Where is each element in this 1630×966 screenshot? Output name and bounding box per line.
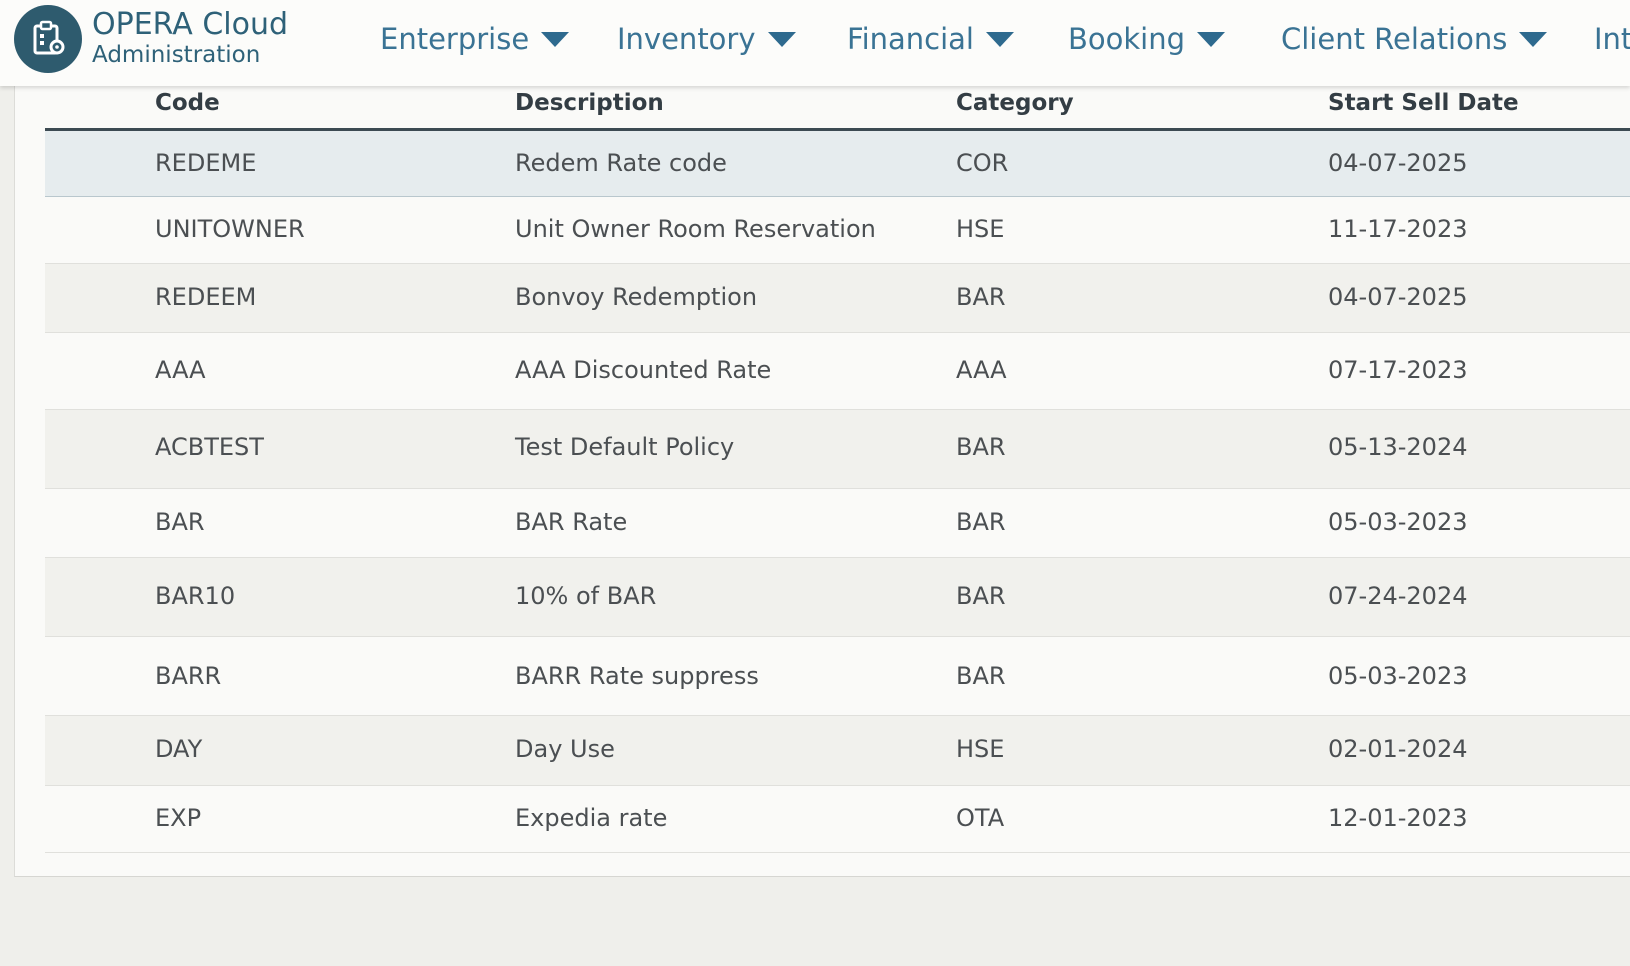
- table-row[interactable]: BAR BAR Rate BAR 05-03-2023: [45, 489, 1630, 558]
- clipboard-gear-icon: [33, 20, 65, 55]
- cell-description: BAR Rate: [515, 508, 628, 536]
- cell-start-sell-date: 07-24-2024: [1328, 582, 1468, 610]
- cell-code: AAA: [155, 356, 206, 384]
- cell-category: AAA: [956, 356, 1007, 384]
- app-title: OPERA Cloud: [92, 7, 289, 42]
- cell-category: COR: [956, 149, 1009, 177]
- cell-start-sell-date: 05-03-2023: [1328, 662, 1468, 690]
- cell-description: Test Default Policy: [515, 433, 735, 461]
- column-header-category[interactable]: Category: [956, 90, 1074, 116]
- app-logo[interactable]: [14, 5, 82, 73]
- cell-category: BAR: [956, 508, 1006, 536]
- caret-down-icon: [1197, 31, 1226, 47]
- menu-client-relations[interactable]: Client Relations: [1281, 22, 1548, 56]
- table-row[interactable]: REDEME Redem Rate code COR 04-07-2025: [45, 131, 1630, 197]
- menu-enterprise[interactable]: Enterprise: [380, 22, 570, 56]
- table-row[interactable]: BAR10 10% of BAR BAR 07-24-2024: [45, 558, 1630, 637]
- column-header-start-sell-date[interactable]: Start Sell Date: [1328, 90, 1519, 116]
- cell-description: Redem Rate code: [515, 149, 727, 177]
- app-subtitle: Administration: [92, 42, 261, 68]
- cell-description: 10% of BAR: [515, 582, 657, 610]
- menu-label: Financial: [847, 22, 974, 56]
- menu-label: Client Relations: [1281, 22, 1508, 56]
- cell-category: BAR: [956, 433, 1006, 461]
- cell-code: DAY: [155, 735, 203, 763]
- cell-description: BARR Rate suppress: [515, 662, 759, 690]
- cell-category: OTA: [956, 804, 1005, 832]
- cell-start-sell-date: 05-03-2023: [1328, 508, 1468, 536]
- table-row[interactable]: AAA AAA Discounted Rate AAA 07-17-2023: [45, 333, 1630, 410]
- cell-category: BAR: [956, 582, 1006, 610]
- cell-category: BAR: [956, 283, 1006, 311]
- column-header-description[interactable]: Description: [515, 90, 664, 116]
- menu-label: Inventory: [617, 22, 756, 56]
- cell-code: ACBTEST: [155, 433, 264, 461]
- menu-inventory[interactable]: Inventory: [617, 22, 796, 56]
- cell-category: HSE: [956, 735, 1005, 763]
- cell-category: BAR: [956, 662, 1006, 690]
- table-row[interactable]: DAY Day Use HSE 02-01-2024: [45, 716, 1630, 786]
- cell-start-sell-date: 05-13-2024: [1328, 433, 1468, 461]
- menu-financial[interactable]: Financial: [847, 22, 1014, 56]
- caret-down-icon: [986, 31, 1014, 47]
- cell-description: Expedia rate: [515, 804, 668, 832]
- menu-label: Enterprise: [380, 22, 530, 56]
- table-row[interactable]: REDEEM Bonvoy Redemption BAR 04-07-2025: [45, 264, 1630, 333]
- cell-description: AAA Discounted Rate: [515, 356, 772, 384]
- cell-description: Bonvoy Redemption: [515, 283, 758, 311]
- cell-start-sell-date: 11-17-2023: [1328, 215, 1468, 243]
- menu-booking[interactable]: Booking: [1068, 22, 1226, 56]
- cell-description: Unit Owner Room Reservation: [515, 215, 876, 243]
- top-navigation-bar: OPERA Cloud Administration Enterprise In…: [0, 0, 1630, 86]
- column-header-code[interactable]: Code: [155, 90, 220, 116]
- caret-down-icon: [541, 31, 570, 47]
- caret-down-icon: [1519, 31, 1548, 47]
- table-row[interactable]: UNITOWNER Unit Owner Room Reservation HS…: [45, 197, 1630, 264]
- cell-code: BARR: [155, 662, 222, 690]
- rate-codes-table-panel: Code Description Category Start Sell Dat…: [14, 86, 1630, 877]
- cell-start-sell-date: 07-17-2023: [1328, 356, 1468, 384]
- cell-code: BAR10: [155, 582, 236, 610]
- table-row[interactable]: BARR BARR Rate suppress BAR 05-03-2023: [45, 637, 1630, 716]
- cell-start-sell-date: 04-07-2025: [1328, 283, 1468, 311]
- menu-label: Booking: [1068, 22, 1186, 56]
- cell-code: REDEEM: [155, 283, 257, 311]
- table-header: Code Description Category Start Sell Dat…: [45, 86, 1630, 131]
- cell-code: EXP: [155, 804, 202, 832]
- menu-label: Int: [1594, 22, 1630, 56]
- cell-category: HSE: [956, 215, 1005, 243]
- cell-code: REDEME: [155, 149, 257, 177]
- cell-start-sell-date: 04-07-2025: [1328, 149, 1468, 177]
- cell-code: BAR: [155, 508, 205, 536]
- menu-integrations-partial[interactable]: Int: [1594, 22, 1630, 56]
- caret-down-icon: [767, 31, 796, 47]
- cell-start-sell-date: 02-01-2024: [1328, 735, 1468, 763]
- table-row[interactable]: EXP Expedia rate OTA 12-01-2023: [45, 786, 1630, 853]
- page: OPERA Cloud Administration Enterprise In…: [0, 0, 1630, 966]
- cell-start-sell-date: 12-01-2023: [1328, 804, 1468, 832]
- table-row[interactable]: ACBTEST Test Default Policy BAR 05-13-20…: [45, 410, 1630, 489]
- cell-code: UNITOWNER: [155, 215, 305, 243]
- cell-description: Day Use: [515, 735, 615, 763]
